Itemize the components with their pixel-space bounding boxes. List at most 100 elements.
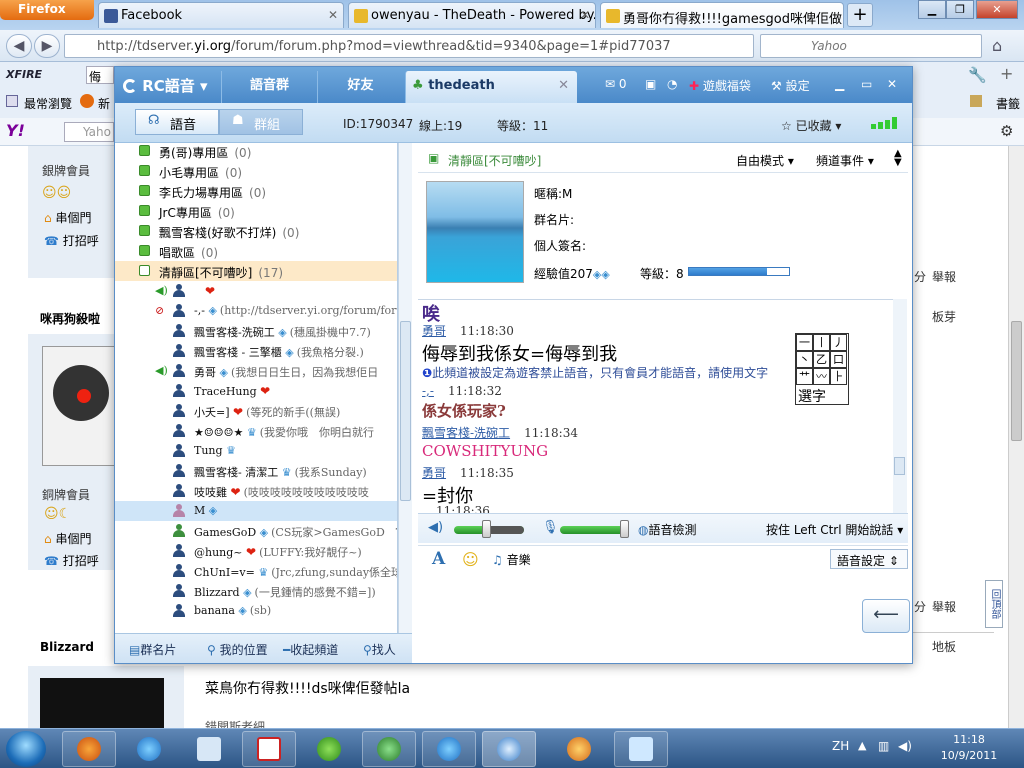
channel-item[interactable]: 小毛專用區 (0) (115, 161, 397, 181)
group-card-button[interactable]: ▤群名片 (129, 641, 176, 658)
chat-scrollbar[interactable] (893, 299, 907, 513)
system-clock[interactable]: 11:18 10/9/2011 (934, 732, 1004, 764)
share-label[interactable]: 分 (914, 598, 926, 615)
visit-link[interactable]: ⌂ 串個門 (44, 530, 91, 547)
forward-button[interactable]: ▶ (34, 34, 60, 58)
tray-show-icons[interactable]: ▲ (858, 739, 866, 752)
share-label[interactable]: 分 (914, 268, 926, 285)
chat-sender[interactable]: -,- (422, 384, 434, 398)
tab-friends[interactable]: 好友 (317, 71, 403, 103)
bookmarks-menu[interactable]: 書籤 (996, 95, 1020, 112)
maximize-icon[interactable]: ▭ (861, 77, 872, 91)
taskbar-parrot[interactable] (302, 731, 356, 767)
post-author-2-name[interactable]: 咪再狗殺啦 (40, 310, 100, 327)
push-to-talk-dropdown[interactable]: 按住 Left Ctrl 開始說話 ▾ (766, 521, 903, 538)
user-row[interactable]: @hung~ ❤ (LUFFY:我好靚仔~) (115, 541, 397, 561)
channel-item-open[interactable]: 清靜區[不可嘈吵] (17) (115, 261, 397, 281)
tab-current-thread[interactable]: 勇哥你冇得救!!!!gamesgod咪俾佢做... (600, 2, 844, 28)
mic-volume-slider[interactable] (560, 526, 628, 534)
bookmark-most-visited[interactable]: 最常瀏覽 (24, 95, 72, 112)
user-row[interactable]: 飄雪客棧 - 三擎櫃 ◈ (我魚格分裂.) (115, 341, 397, 361)
start-button[interactable] (6, 731, 46, 767)
tab-voice-group[interactable]: 語音群 (221, 71, 317, 103)
tab-owenyau[interactable]: owenyau - TheDeath - Powered by... ✕ (348, 2, 596, 28)
font-icon[interactable]: A (432, 549, 445, 569)
network-icon[interactable]: ▥ (878, 739, 889, 753)
bookmark-new[interactable]: 新 (98, 95, 110, 112)
minimize-icon[interactable]: ▁ (835, 77, 844, 91)
chat-sender[interactable]: 飄雪客棧-洗碗工 (422, 426, 510, 440)
mode-dropdown[interactable]: 自由模式 ▾ (736, 152, 794, 169)
search-bar[interactable]: Yahoo (760, 34, 982, 58)
close-icon[interactable]: ✕ (580, 8, 590, 22)
add-icon[interactable]: + (1000, 64, 1013, 83)
user-row[interactable]: ◀) ❤ (115, 281, 397, 301)
speaker-icon[interactable]: ◀) (428, 520, 443, 535)
taskbar-ie[interactable] (122, 731, 176, 767)
firefox-menu-button[interactable]: Firefox (0, 0, 94, 20)
user-row[interactable]: ◀) 勇哥 ◈ (我想日日生日，因為我想佢日 (115, 361, 397, 381)
microphone-icon[interactable]: 🎙 (542, 520, 559, 535)
updown-icon[interactable]: ▲ ▼ (894, 149, 902, 168)
volume-icon[interactable]: ◀) (898, 739, 912, 753)
tab-voice[interactable]: ☊ 語音 (135, 109, 219, 135)
user-row[interactable]: 吱吱雞 ❤ (吱吱吱吱吱吱吱吱吱吱吱 (115, 481, 397, 501)
gear-icon[interactable]: ⚙ (1000, 122, 1013, 140)
taskbar-firefox[interactable] (62, 731, 116, 767)
voice-detect-button[interactable]: ◍語音檢測 (638, 521, 697, 538)
user-row[interactable]: GamesGoD ◈ (CS玩家>GamesGoD TD (115, 521, 397, 541)
close-icon[interactable]: ✕ (328, 8, 338, 22)
taskbar-notes[interactable] (182, 731, 236, 767)
report-link[interactable]: 舉報 (932, 268, 956, 285)
taskbar-messenger[interactable] (362, 731, 416, 767)
close-icon[interactable]: ✕ (887, 77, 897, 91)
tab-thedeath[interactable]: ♣ thedeath ✕ (405, 71, 577, 103)
channel-item[interactable]: 勇(哥)專用區 (0) (115, 143, 397, 161)
mic-volume-knob[interactable] (620, 520, 629, 538)
voice-settings-button[interactable]: 語音設定 ⇕ (830, 549, 908, 569)
page-scrollbar[interactable] (1008, 146, 1024, 728)
collapse-channels-button[interactable]: ━收起頻道 (283, 641, 338, 658)
language-indicator[interactable]: ZH (832, 739, 849, 753)
user-row[interactable]: 飄雪客棧- 清潔工 ♛ (我系Sunday) (115, 461, 397, 481)
settings-button[interactable]: ⚒ 設定 (771, 77, 810, 94)
minimize-button[interactable]: ▁ (918, 0, 946, 19)
rc-logo[interactable]: RC語音 ▾ (123, 75, 208, 96)
chat-sender[interactable]: 勇哥 (422, 324, 446, 338)
message-input[interactable]: ⟵ (418, 573, 910, 663)
user-row[interactable]: 小夭=] ❤ (等死的新手((無誤) (115, 401, 397, 421)
channel-events-dropdown[interactable]: 頻道事件 ▾ (816, 152, 874, 169)
user-row[interactable]: ChUnI=v= ♛(Jrc,zfung,sunday係全球最 (115, 561, 397, 581)
ime-handwriting-pad[interactable]: 一 丨 丿 丶 乙 口 艹 〰 ⺊ 選字 (795, 333, 849, 405)
channel-item[interactable]: JrC專用區 (0) (115, 201, 397, 221)
wrench-icon[interactable]: 🔧 (968, 66, 987, 84)
channel-list-scrollbar[interactable] (398, 143, 412, 633)
yahoo-logo-icon[interactable]: Y! (6, 121, 25, 140)
mail-button[interactable]: ✉ 0 (605, 77, 627, 91)
gift-button[interactable]: ✚ 遊戲福袋 (689, 77, 751, 94)
xfire-search-input[interactable]: 侮辱 (86, 66, 114, 84)
user-row[interactable]: Tung ♛ (115, 441, 397, 461)
post-author-3-name[interactable]: Blizzard (40, 640, 94, 654)
yahoo-search-input[interactable]: Yaho (64, 122, 114, 142)
emoticon-icon[interactable]: ☺ (462, 550, 479, 569)
speaker-volume-knob[interactable] (482, 520, 491, 538)
channel-item[interactable]: 李氏力場專用區 (0) (115, 181, 397, 201)
send-button[interactable]: ⟵ (862, 599, 910, 633)
music-button[interactable]: ♫ 音樂 (492, 551, 531, 568)
taskbar-paint[interactable] (552, 731, 606, 767)
window-close-button[interactable]: ✕ (976, 0, 1018, 19)
user-row[interactable]: ⊘ -,- ◈ (http://tdserver.yi.org/forum/foru… (115, 301, 397, 321)
home-icon[interactable]: ⌂ (992, 36, 1002, 55)
url-bar[interactable]: http://tdserver.yi.org/forum/forum.php?m… (64, 34, 754, 58)
greet-link[interactable]: ☎ 打招呼 (44, 552, 99, 569)
my-location-button[interactable]: ⚲ 我的位置 (207, 641, 268, 658)
close-icon[interactable]: ✕ (558, 71, 569, 101)
chat-sender[interactable]: 勇哥 (422, 466, 446, 480)
user-row[interactable]: Blizzard ◈ (一見鍾情的感覺不錯=]) (115, 581, 397, 601)
user-row[interactable]: ★☺☺☺★ ♛ (我愛你哦 你明白就行 (115, 421, 397, 441)
picture-icon[interactable]: ▣ (645, 77, 656, 91)
back-to-top-button[interactable]: 回頂部 (985, 580, 1003, 628)
new-tab-button[interactable]: + (847, 3, 873, 27)
user-row[interactable]: 飄雪客棧-洗碗工 ◈ (穗風掛機中7.7) (115, 321, 397, 341)
